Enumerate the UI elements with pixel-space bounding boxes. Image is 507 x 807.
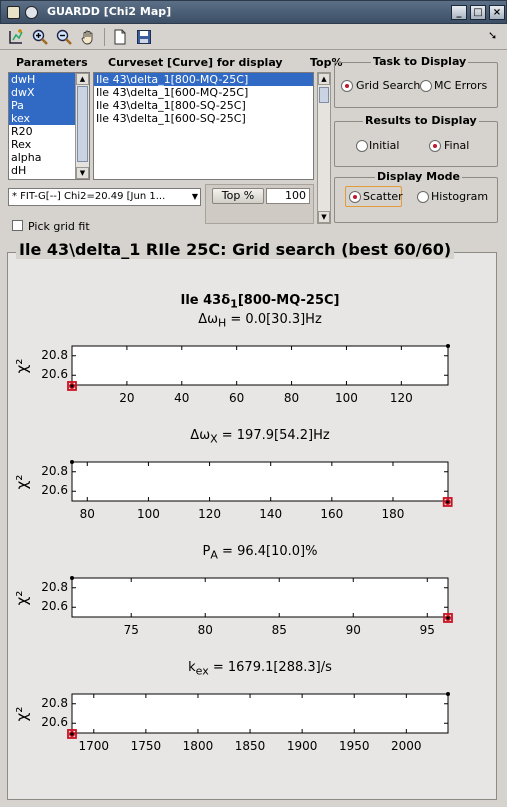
x-tick-label: 100 (334, 391, 358, 405)
data-point (70, 576, 74, 580)
x-tick-label: 1850 (234, 739, 266, 753)
x-tick-label: 80 (283, 391, 300, 405)
subplot-title-sub: X (210, 432, 218, 446)
x-tick-label: 85 (271, 623, 287, 637)
x-tick-label: 100 (136, 507, 160, 521)
subplot-title-tail: = 1679.1[288.3]/s (208, 660, 332, 675)
x-tick-label: 2000 (391, 739, 422, 753)
data-point (446, 692, 450, 696)
x-tick-label: 1750 (130, 739, 162, 753)
subplot-title-sub: ex (195, 664, 209, 678)
x-tick-label: 1950 (338, 739, 370, 753)
plot-axes-box (71, 693, 449, 734)
x-tick-label: 180 (381, 507, 405, 521)
subplot-title: ΔωH = 0.0[30.3]Hz (130, 312, 390, 330)
subplot-title-main: Δω (198, 312, 218, 327)
plot-axes-box (71, 577, 449, 618)
data-point (446, 344, 450, 348)
x-tick-label: 95 (419, 623, 435, 637)
x-tick-label: 80 (197, 623, 213, 637)
y-axis-label: χ² (13, 706, 31, 721)
x-tick-label: 1800 (182, 739, 214, 753)
x-tick-label: 20 (119, 391, 135, 405)
x-tick-label: 1900 (286, 739, 318, 753)
subplot-title-main: Δω (190, 428, 211, 443)
subplot-title: PA = 96.4[10.0]% (130, 544, 390, 562)
subplot-title: kex = 1679.1[288.3]/s (130, 660, 390, 678)
subplot-title-main: k (188, 660, 196, 675)
x-tick-label: 120 (389, 391, 413, 405)
y-tick-label: 20.6 (41, 715, 68, 730)
y-tick-label: 20.8 (41, 463, 68, 478)
data-point (70, 460, 74, 464)
x-tick-label: 40 (174, 391, 190, 405)
y-tick-label: 20.8 (41, 579, 68, 594)
subplot-title-sub: A (210, 548, 218, 562)
x-tick-label: 140 (259, 507, 283, 521)
y-tick-label: 20.6 (41, 483, 68, 498)
y-tick-label: 20.8 (41, 695, 68, 710)
subplot-title-tail: = 0.0[30.3]Hz (226, 312, 322, 327)
x-tick-label: 120 (198, 507, 221, 521)
x-tick-label: 1700 (78, 739, 110, 753)
y-axis-label: χ² (13, 358, 31, 373)
y-tick-label: 20.6 (41, 367, 68, 382)
x-tick-label: 90 (345, 623, 361, 637)
plot-axes-box (71, 461, 449, 502)
y-axis-label: χ² (13, 474, 31, 489)
subplot-title-tail: = 96.4[10.0]% (217, 544, 318, 559)
subplot-title: ΔωX = 197.9[54.2]Hz (130, 428, 390, 446)
subplot-title-tail: = 197.9[54.2]Hz (217, 428, 330, 443)
x-tick-label: 75 (123, 623, 139, 637)
x-tick-label: 160 (320, 507, 344, 521)
y-tick-label: 20.6 (41, 599, 68, 614)
x-tick-label: 80 (79, 507, 95, 521)
y-tick-label: 20.8 (41, 347, 68, 362)
x-tick-label: 60 (229, 391, 245, 405)
plot-axes-box (71, 345, 449, 386)
y-axis-label: χ² (13, 590, 31, 605)
